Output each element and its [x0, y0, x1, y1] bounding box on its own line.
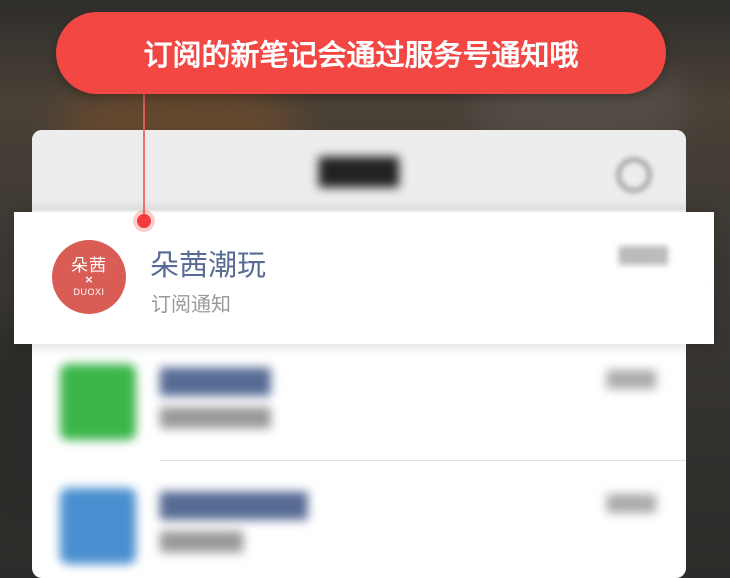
wechat-icon	[60, 364, 136, 440]
gear-icon	[617, 158, 651, 192]
blurred-item-time: ████	[618, 246, 668, 265]
blurred-item-time: ████	[606, 370, 656, 389]
blurred-message-list: ████ ██████ ████████ ████ ████████ █████…	[32, 130, 686, 578]
blurred-item-subtitle: ████████	[160, 408, 271, 429]
blurred-item-name: ██████	[160, 368, 271, 396]
account-subtitle: 订阅通知	[151, 292, 231, 316]
blurred-item-time: ████	[606, 494, 656, 513]
divider	[160, 460, 686, 461]
blurred-list-item: ██████ ████████ ████	[32, 342, 686, 460]
blurred-item-subtitle: ██████	[160, 532, 244, 553]
pointer-dot	[137, 214, 151, 228]
blurred-list-header: ████	[32, 130, 686, 210]
tip-banner-text: 订阅的新笔记会通过服务号通知哦	[143, 38, 579, 72]
subscription-list-item[interactable]: 朵茜 × DUOXI 朵茜潮玩 订阅通知 ████	[14, 212, 714, 344]
service-account-icon	[60, 488, 136, 564]
blurred-item-name: ████████	[160, 492, 308, 520]
avatar-logo-en: DUOXI	[73, 287, 105, 297]
blurred-list-item: ████████ ██████ ████	[32, 466, 686, 578]
brand-avatar: 朵茜 × DUOXI	[52, 240, 126, 314]
pointer-line	[143, 92, 145, 220]
account-name: 朵茜潮玩	[150, 248, 267, 282]
avatar-logo-x: ×	[84, 273, 94, 286]
blurred-header-title: ████	[319, 158, 399, 188]
tip-banner: 订阅的新笔记会通过服务号通知哦	[56, 12, 666, 94]
